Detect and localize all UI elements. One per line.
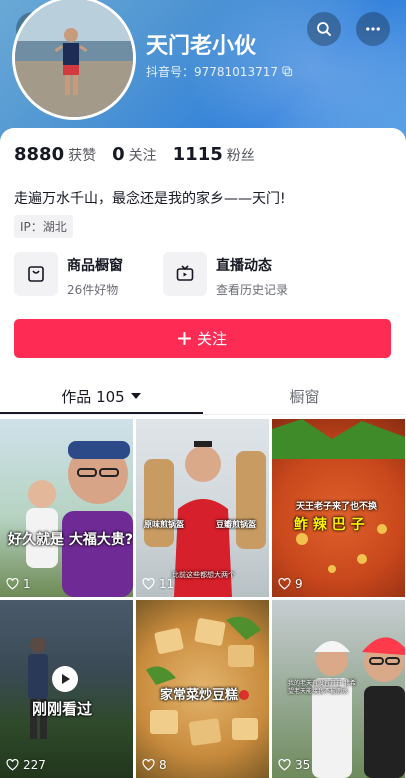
- followers-count: 1115: [172, 144, 223, 165]
- heart-icon: [6, 578, 19, 590]
- content-tabs: 作品 105 橱窗: [0, 376, 406, 416]
- shop-window-subtitle: 26件好物: [67, 283, 119, 297]
- video-caption: 家常菜炒豆糕: [160, 688, 239, 703]
- tab-works-label: 作品 105: [61, 387, 125, 406]
- followers-stat[interactable]: 1115 粉丝: [173, 144, 255, 165]
- following-stat[interactable]: 0 关注: [112, 144, 157, 165]
- shop-window-title: 商品橱窗: [67, 258, 123, 274]
- video-caption-left: 原味煎锅盔: [144, 520, 184, 529]
- video-tile[interactable]: 刚刚看过 227: [0, 600, 133, 778]
- video-caption-top: 天王老子来了也不换: [296, 502, 378, 512]
- following-count: 0: [112, 144, 125, 165]
- like-count-value: 1: [23, 577, 31, 591]
- shop-window-entry[interactable]: 商品橱窗 26件好物: [14, 252, 123, 298]
- like-count-value: 9: [295, 577, 303, 591]
- video-caption: 好久就是 大福大贵?: [8, 532, 133, 548]
- followers-label: 粉丝: [226, 148, 255, 164]
- video-tile[interactable]: 好久就是 大福大贵? 1: [0, 419, 133, 597]
- video-tile[interactable]: 原味煎锅盔 豆瓣煎锅盔 比前这些都想大两个 11: [136, 419, 269, 597]
- recently-viewed-label: 刚刚看过: [32, 700, 93, 718]
- caret-down-icon: [130, 393, 141, 399]
- tab-works[interactable]: 作品 105: [0, 376, 203, 416]
- copy-icon[interactable]: [282, 66, 293, 77]
- video-caption: 我的老天有没有开开 我希望老天能接我不被雨水: [288, 680, 356, 696]
- stats-row: 8880 获赞 0 关注 1115 粉丝: [14, 144, 255, 165]
- video-caption-bottom: 比前这些都想大两个: [172, 571, 235, 579]
- video-caption-right: 豆瓣煎锅盔: [216, 520, 256, 529]
- tab-showcase[interactable]: 橱窗: [203, 376, 406, 416]
- avatar[interactable]: [12, 0, 136, 120]
- tv-icon: [163, 252, 207, 296]
- heart-icon: [278, 578, 291, 590]
- likes-count: 8880: [14, 144, 65, 165]
- play-icon[interactable]: [52, 666, 78, 692]
- tab-showcase-label: 橱窗: [289, 387, 320, 406]
- live-history-title: 直播动态: [216, 258, 272, 274]
- shop-bag-icon: [14, 252, 58, 296]
- video-tile[interactable]: 我的老天有没有开开 我希望老天能接我不被雨水 35: [272, 600, 405, 778]
- video-caption: 鲊 辣 巴 子: [294, 517, 365, 533]
- video-tile[interactable]: 天王老子来了也不换 鲊 辣 巴 子 9: [272, 419, 405, 597]
- ip-location: IP：湖北: [14, 215, 73, 238]
- live-history-subtitle: 查看历史记录: [216, 283, 289, 297]
- follow-button[interactable]: 关注: [14, 319, 391, 358]
- follow-label: 关注: [196, 330, 227, 348]
- douyin-id-text: 抖音号：97781013717: [146, 65, 278, 79]
- live-history-entry[interactable]: 直播动态 查看历史记录: [163, 252, 288, 298]
- heart-icon: [142, 578, 155, 590]
- like-count: 1: [6, 577, 31, 591]
- likes-stat[interactable]: 8880 获赞: [14, 144, 96, 165]
- bio: 走遍万水千山，最念还是我的家乡——天门!: [14, 191, 286, 207]
- tab-divider: [0, 414, 406, 415]
- heart-icon: [142, 759, 155, 771]
- search-button[interactable]: [307, 12, 341, 46]
- heart-icon: [278, 759, 291, 771]
- more-icon: [366, 27, 380, 31]
- plus-icon: [177, 332, 191, 345]
- like-count: 9: [278, 577, 303, 591]
- following-label: 关注: [128, 148, 157, 164]
- heart-icon: [6, 759, 19, 771]
- username: 天门老小伙: [146, 34, 257, 59]
- more-button[interactable]: [356, 12, 390, 46]
- search-icon: [317, 22, 331, 36]
- like-count: 11: [142, 577, 174, 591]
- like-count-value: 11: [159, 577, 175, 591]
- video-thumbnail: [26, 441, 133, 597]
- profile-card: 8880 获赞 0 关注 1115 粉丝 走遍万水千山，最念还是我的家乡——天门! I…: [0, 128, 406, 778]
- video-tile[interactable]: 家常菜炒豆糕 8: [136, 600, 269, 778]
- douyin-id[interactable]: 抖音号：97781013717: [146, 63, 293, 80]
- likes-label: 获赞: [68, 148, 97, 164]
